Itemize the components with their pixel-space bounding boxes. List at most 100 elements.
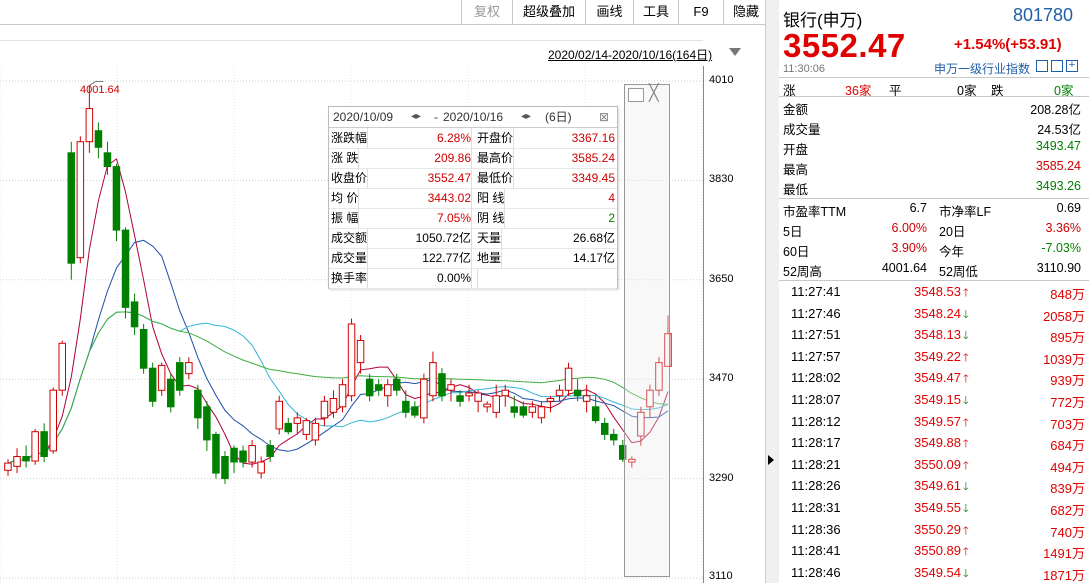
f9-button[interactable]: F9: [678, 0, 723, 24]
candle-body: [564, 367, 573, 391]
candle-body: [13, 456, 21, 467]
quote-field-value: 6.00%: [891, 221, 927, 235]
date-range-dropdown-icon[interactable]: [729, 48, 741, 56]
quote-field-value: 24.53亿: [1037, 123, 1081, 137]
restore-rights-button[interactable]: 复权: [461, 0, 512, 24]
stat-label: 收盘价: [331, 168, 369, 188]
toolbar-divider: [0, 40, 703, 41]
tick-row: 11:27:41 3548.53 🡑 848万: [779, 284, 1089, 306]
hide-button[interactable]: 隐藏: [723, 0, 769, 24]
price-tick-label: 3290: [709, 472, 734, 484]
restore-window-icon[interactable]: [628, 88, 644, 102]
price-tick-label: 4010: [709, 74, 734, 86]
tick-time: 11:27:51: [791, 327, 841, 343]
candle-body: [266, 445, 274, 457]
candle-body: [591, 406, 600, 422]
candle-body: [4, 462, 12, 471]
quote-time: 11:30:06: [783, 63, 826, 75]
tick-price: 3550.09: [914, 456, 961, 472]
chart-icon[interactable]: [1051, 60, 1063, 72]
tools-button[interactable]: 工具: [633, 0, 678, 24]
quote-field-label: 开盘: [783, 143, 809, 157]
arrow-up-icon: 🡑: [963, 546, 969, 559]
tick-price: 3548.53: [914, 284, 961, 299]
candle-body: [157, 364, 166, 391]
stat-value: [529, 268, 615, 288]
candle-body: [573, 389, 582, 397]
tick-time: 11:28:41: [791, 543, 841, 559]
tick-row: 11:28:17 3549.88 🡑 684万: [779, 435, 1089, 457]
quote-field-value: 3.36%: [1045, 221, 1081, 235]
tick-price: 3549.15: [914, 392, 961, 407]
tick-time: 11:28:12: [791, 413, 841, 429]
candle-body: [438, 373, 446, 397]
popup-stat-row: 振 幅 7.05% 阴 线 2: [329, 208, 617, 229]
price-tick-label: 3110: [709, 570, 733, 582]
popup-close-icon[interactable]: ⊠: [599, 107, 609, 127]
stat-label: 成交量: [331, 248, 369, 268]
candle-body: [239, 450, 247, 463]
candle-body: [402, 400, 410, 413]
expand-panel-icon[interactable]: [768, 455, 774, 465]
candle-body: [474, 392, 482, 402]
candle-body: [365, 378, 374, 397]
date-range-link[interactable]: 2020/02/14-2020/10/16(164日): [548, 46, 712, 63]
stat-label: 开盘价: [477, 128, 515, 148]
tick-time: 11:28:36: [791, 521, 841, 537]
tick-price: 3550.89: [914, 543, 961, 559]
tick-time: 11:28:26: [791, 478, 841, 494]
date-to-stepper-icon[interactable]: ◂▸: [521, 107, 531, 127]
industry-index-link[interactable]: 申万一级行业指数: [934, 60, 1030, 77]
tick-price: 3549.57: [914, 413, 961, 429]
stat-label: 涨 跌: [331, 148, 360, 168]
candle-body: [601, 422, 609, 435]
candle-body: [275, 400, 283, 430]
candle-body: [148, 367, 157, 402]
price-tick-label: 3830: [709, 173, 734, 185]
candle-body: [103, 152, 112, 168]
price-tick-label: 3470: [709, 372, 734, 384]
candle-body: [356, 340, 365, 364]
candle-body: [329, 398, 338, 413]
candle-body: [230, 447, 238, 463]
candle-body: [121, 229, 130, 308]
quote-field-label: 5日: [783, 225, 803, 239]
popup-stat-row: 成交量 122.77亿 地量 14.17亿: [329, 248, 617, 269]
chart-toolbar: 复权 超级叠加 画线 工具 F9 隐藏: [0, 0, 770, 25]
candle-body: [347, 323, 356, 397]
quote-field-value: 6.7: [909, 201, 927, 215]
tick-volume: 939万: [1050, 373, 1085, 389]
candle-body: [429, 362, 437, 397]
stat-label: [477, 268, 478, 288]
candle-body: [483, 403, 491, 408]
candle-body: [384, 384, 392, 397]
quote-field-value: 208.28亿: [1030, 103, 1081, 117]
super-overlay-button[interactable]: 超级叠加: [512, 0, 585, 24]
candle-body: [374, 384, 383, 391]
edit-icon[interactable]: [1036, 60, 1048, 72]
candle-body: [112, 166, 121, 231]
tick-row: 11:27:57 3549.22 🡑 1039万: [779, 349, 1089, 371]
tick-row: 11:28:21 3550.09 🡑 494万: [779, 457, 1089, 479]
candle-body: [40, 431, 48, 458]
add-icon[interactable]: +: [1066, 60, 1078, 72]
stat-value: 209.86: [385, 148, 472, 168]
date-from-stepper-icon[interactable]: ◂▸: [411, 107, 421, 127]
tick-row: 11:28:07 3549.15 🡓 772万: [779, 392, 1089, 414]
draw-line-button[interactable]: 画线: [585, 0, 633, 24]
candle-body: [610, 433, 618, 441]
quote-field-label: 52周高: [783, 265, 822, 279]
arrow-up-icon: 🡑: [963, 459, 969, 472]
stat-label: 涨跌幅: [331, 128, 369, 148]
tick-row: 11:28:26 3549.61 🡓 839万: [779, 478, 1089, 500]
panel-splitter[interactable]: [765, 0, 780, 583]
candle-body: [537, 406, 546, 419]
stat-value: 3443.02: [385, 188, 472, 208]
selection-range-box[interactable]: ╳: [624, 84, 670, 577]
stat-value: 7.05%: [385, 208, 472, 228]
stat-value: 3585.24: [571, 151, 615, 165]
close-selection-icon[interactable]: ╳: [649, 85, 659, 103]
stat-value: 3349.45: [571, 171, 615, 185]
candle-body: [447, 384, 455, 391]
arrow-down-icon: 🡓: [963, 308, 969, 321]
